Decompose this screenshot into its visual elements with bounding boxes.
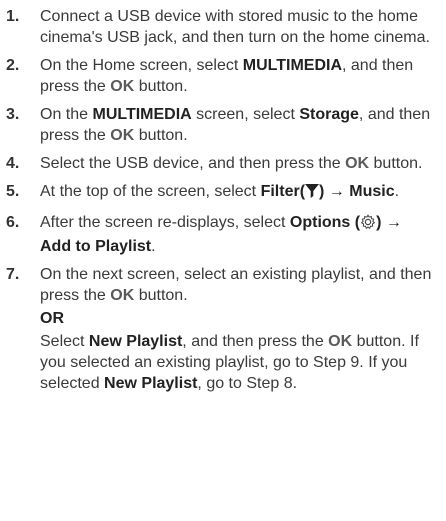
step-4: 4. Select the USB device, and then press… xyxy=(6,153,434,174)
step-text: Select the USB device, and then press th… xyxy=(40,153,434,174)
step-1: 1. Connect a USB device with stored musi… xyxy=(6,6,434,48)
filter-icon xyxy=(305,183,320,205)
step-3: 3. On the MULTIMEDIA screen, select Stor… xyxy=(6,104,434,146)
ok-button-label: OK xyxy=(345,155,370,172)
text-run: button. xyxy=(134,287,188,304)
text-run: button. xyxy=(134,78,188,95)
text-run: Select xyxy=(40,333,89,350)
menu-term: Options ( xyxy=(289,214,361,231)
text-run: . xyxy=(394,183,400,200)
step-text: On the MULTIMEDIA screen, select Storage… xyxy=(40,104,434,146)
text-run: screen, select xyxy=(191,106,300,123)
menu-term: MULTIMEDIA xyxy=(92,106,192,123)
text-run: Select the USB device, and then press th… xyxy=(40,155,346,172)
text-run: , go to Step 8. xyxy=(197,375,298,392)
step-5: 5. At the top of the screen, select Filt… xyxy=(6,181,434,205)
text-run: At the top of the screen, select xyxy=(40,183,261,200)
step-number: 2. xyxy=(6,57,20,74)
step-number: 4. xyxy=(6,155,20,172)
step-2: 2. On the Home screen, select MULTIMEDIA… xyxy=(6,55,434,97)
text-run: button. xyxy=(369,155,423,172)
step-text: On the next screen, select an existing p… xyxy=(40,264,434,394)
step-number: 6. xyxy=(6,214,20,231)
step-number: 5. xyxy=(6,183,20,200)
step-text-run: Connect a USB device with stored music t… xyxy=(40,8,430,46)
text-run: On the next screen, select an existing p… xyxy=(40,266,432,304)
step-number: 3. xyxy=(6,106,20,123)
ok-button-label: OK xyxy=(110,78,135,95)
or-label: OR xyxy=(40,310,64,327)
step-text: At the top of the screen, select Filter(… xyxy=(40,181,434,205)
step-7: 7. On the next screen, select an existin… xyxy=(6,264,434,394)
ok-button-label: OK xyxy=(110,127,135,144)
gear-icon xyxy=(360,214,376,236)
step-number: 7. xyxy=(6,266,20,283)
menu-term: New Playlist xyxy=(88,333,183,350)
menu-term: Storage xyxy=(299,106,359,123)
text-run: On the Home screen, select xyxy=(40,57,243,74)
menu-term: ) → Music xyxy=(319,183,395,200)
ok-button-label: OK xyxy=(328,333,353,350)
ok-button-label: OK xyxy=(110,287,135,304)
step-number: 1. xyxy=(6,8,20,25)
text-run: , and then press the xyxy=(182,333,329,350)
instruction-steps: 1. Connect a USB device with stored musi… xyxy=(0,0,446,394)
menu-term: New Playlist xyxy=(104,375,198,392)
step-text: Connect a USB device with stored music t… xyxy=(40,6,434,48)
step-6: 6. After the screen re-displays, select … xyxy=(6,212,434,257)
text-run: After the screen re-displays, select xyxy=(40,214,290,231)
text-run: button. xyxy=(134,127,188,144)
menu-term: Filter( xyxy=(260,183,306,200)
text-run: On the xyxy=(40,106,93,123)
step-text: On the Home screen, select MULTIMEDIA, a… xyxy=(40,55,434,97)
menu-term: MULTIMEDIA xyxy=(242,57,343,74)
step-text: After the screen re-displays, select Opt… xyxy=(40,212,434,257)
text-run: . xyxy=(151,238,156,255)
